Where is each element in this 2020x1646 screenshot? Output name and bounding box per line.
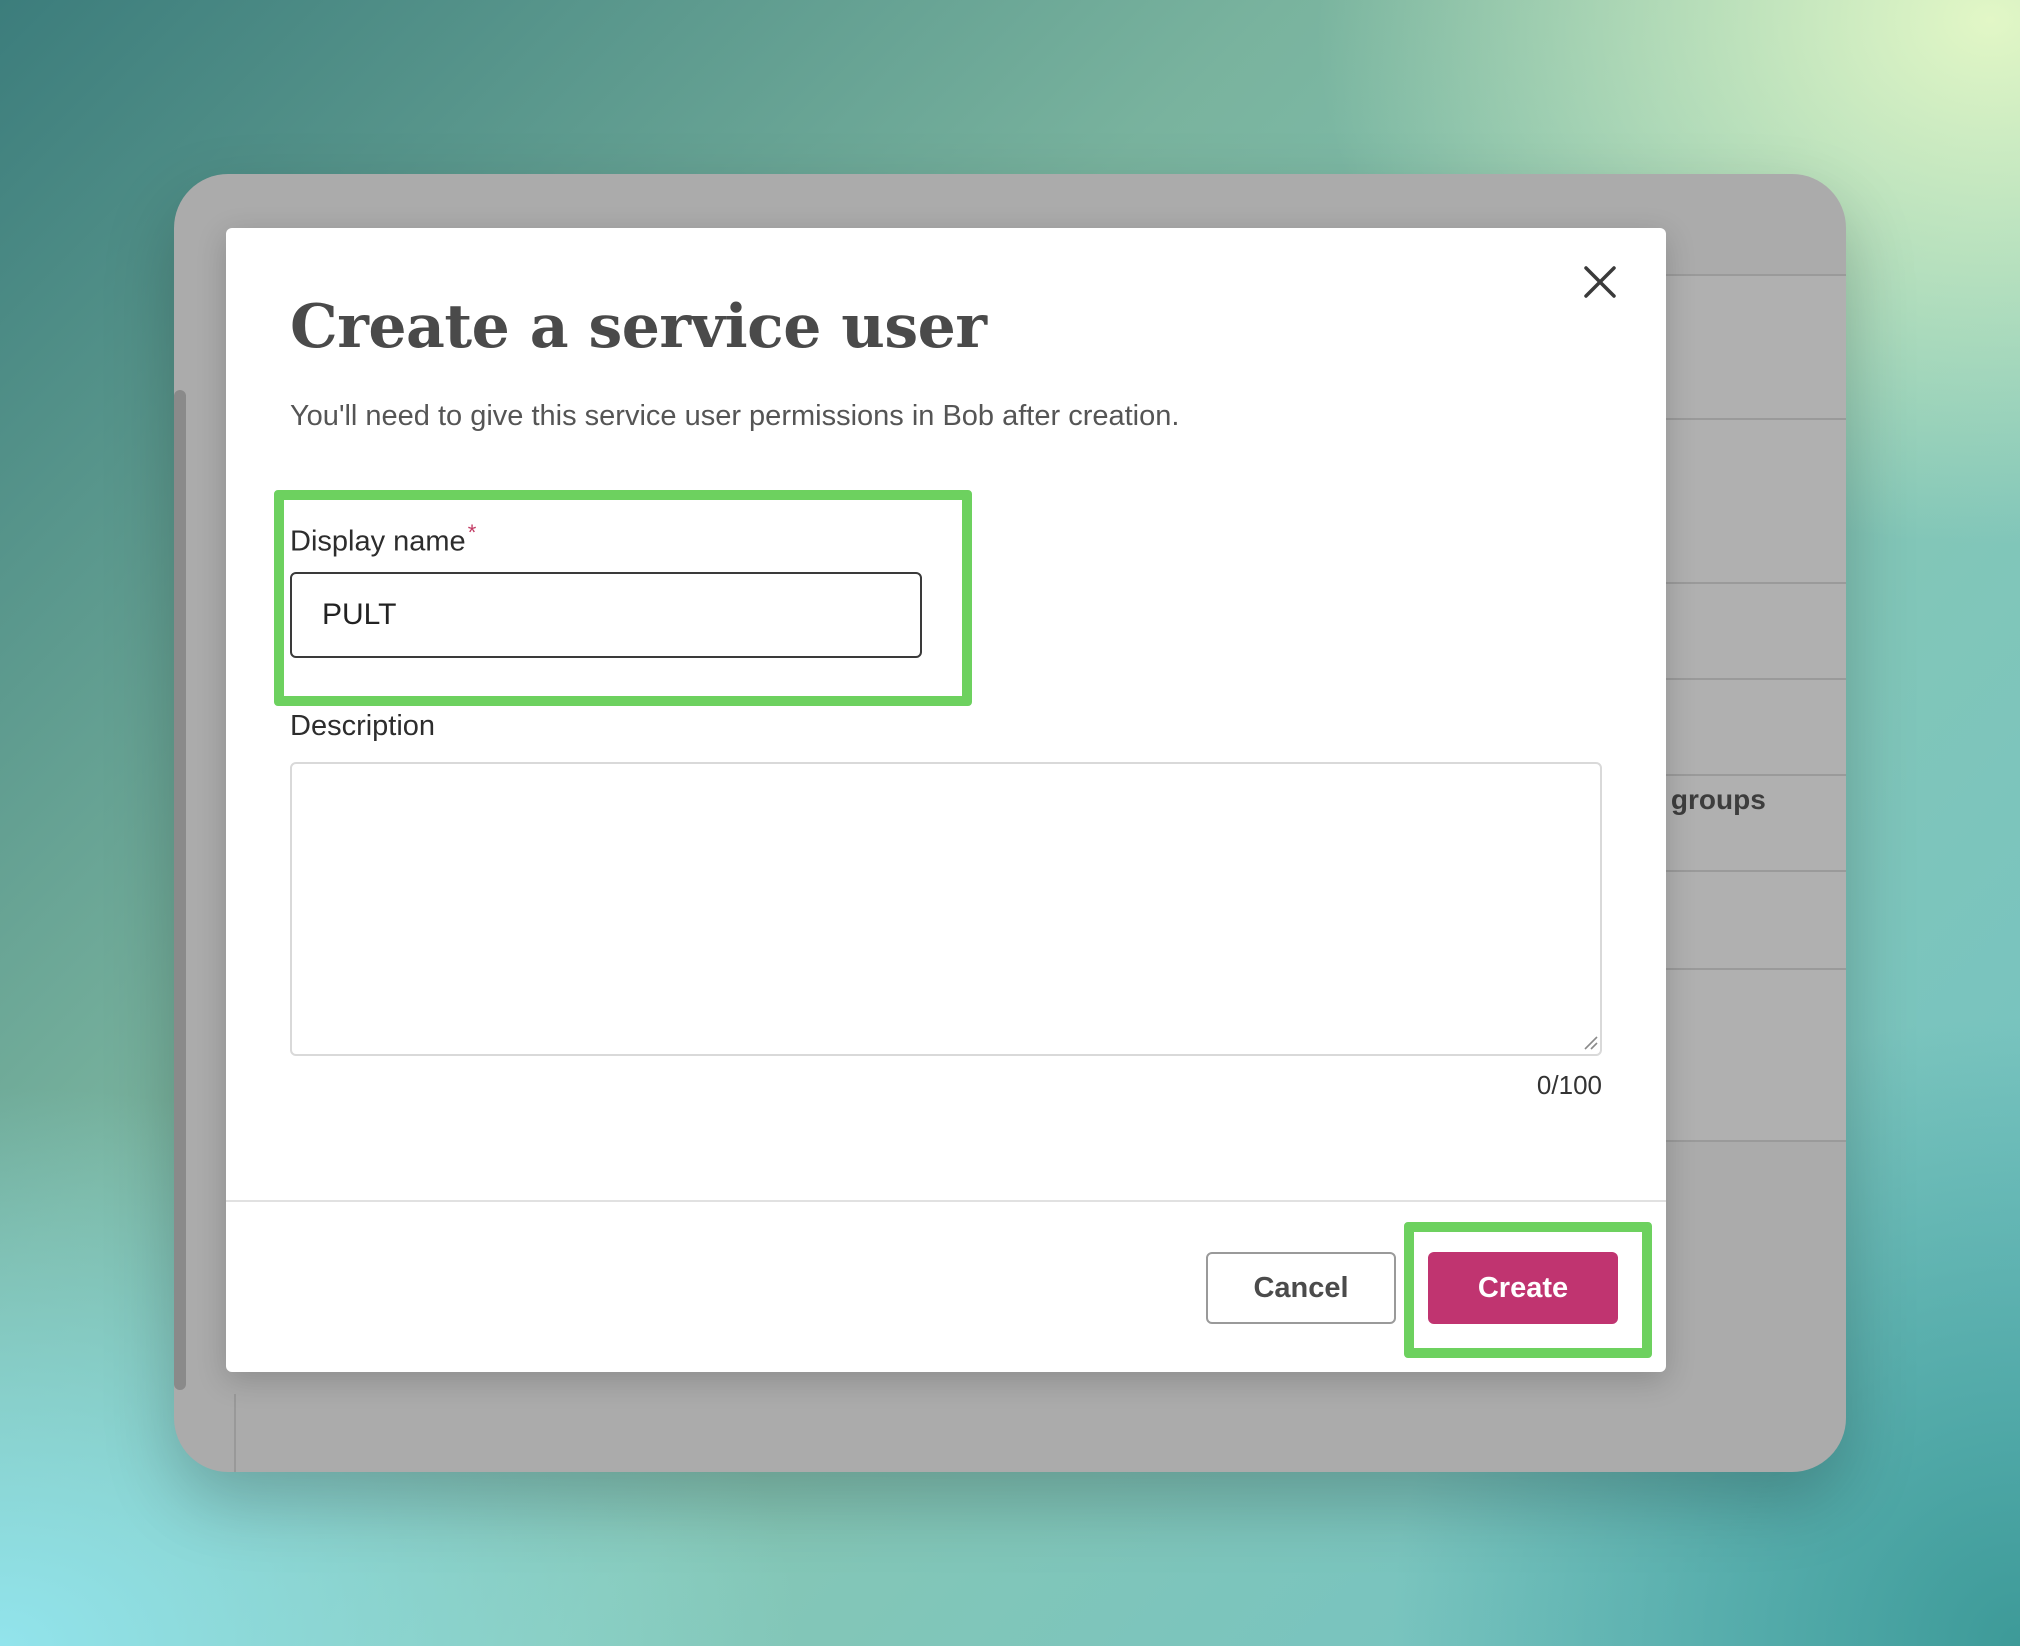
- required-marker: *: [467, 520, 477, 545]
- background-scrollbar: [174, 390, 186, 1390]
- background-row-divider: [1664, 418, 1846, 420]
- dialog-title: Create a service user: [290, 292, 987, 362]
- background-row-divider: [1664, 678, 1846, 680]
- background-row-divider: [1664, 774, 1846, 776]
- create-button[interactable]: Create: [1428, 1252, 1618, 1324]
- create-service-user-dialog: Create a service user You'll need to giv…: [226, 228, 1666, 1372]
- description-textarea[interactable]: [290, 762, 1602, 1056]
- close-icon: [1584, 266, 1616, 298]
- display-name-label-text: Display name: [290, 525, 466, 558]
- close-button[interactable]: [1576, 258, 1624, 306]
- resize-handle-icon[interactable]: [1582, 1034, 1598, 1050]
- description-label: Description: [290, 710, 436, 742]
- display-name-label: Display name*: [290, 520, 476, 559]
- description-char-counter: 0/100: [1536, 1070, 1602, 1100]
- background-sidebar-edge: [234, 1394, 236, 1472]
- display-name-input[interactable]: [290, 572, 922, 658]
- background-row-divider: [1664, 1140, 1846, 1142]
- background-row-divider: [1664, 870, 1846, 872]
- dialog-subtitle: You'll need to give this service user pe…: [290, 400, 1180, 432]
- background-table: [1664, 274, 1846, 1142]
- background-row-divider: [1664, 582, 1846, 584]
- cancel-button[interactable]: Cancel: [1206, 1252, 1396, 1324]
- footer-divider: [226, 1200, 1666, 1202]
- background-row-divider: [1664, 968, 1846, 970]
- background-row-divider: [1664, 274, 1846, 276]
